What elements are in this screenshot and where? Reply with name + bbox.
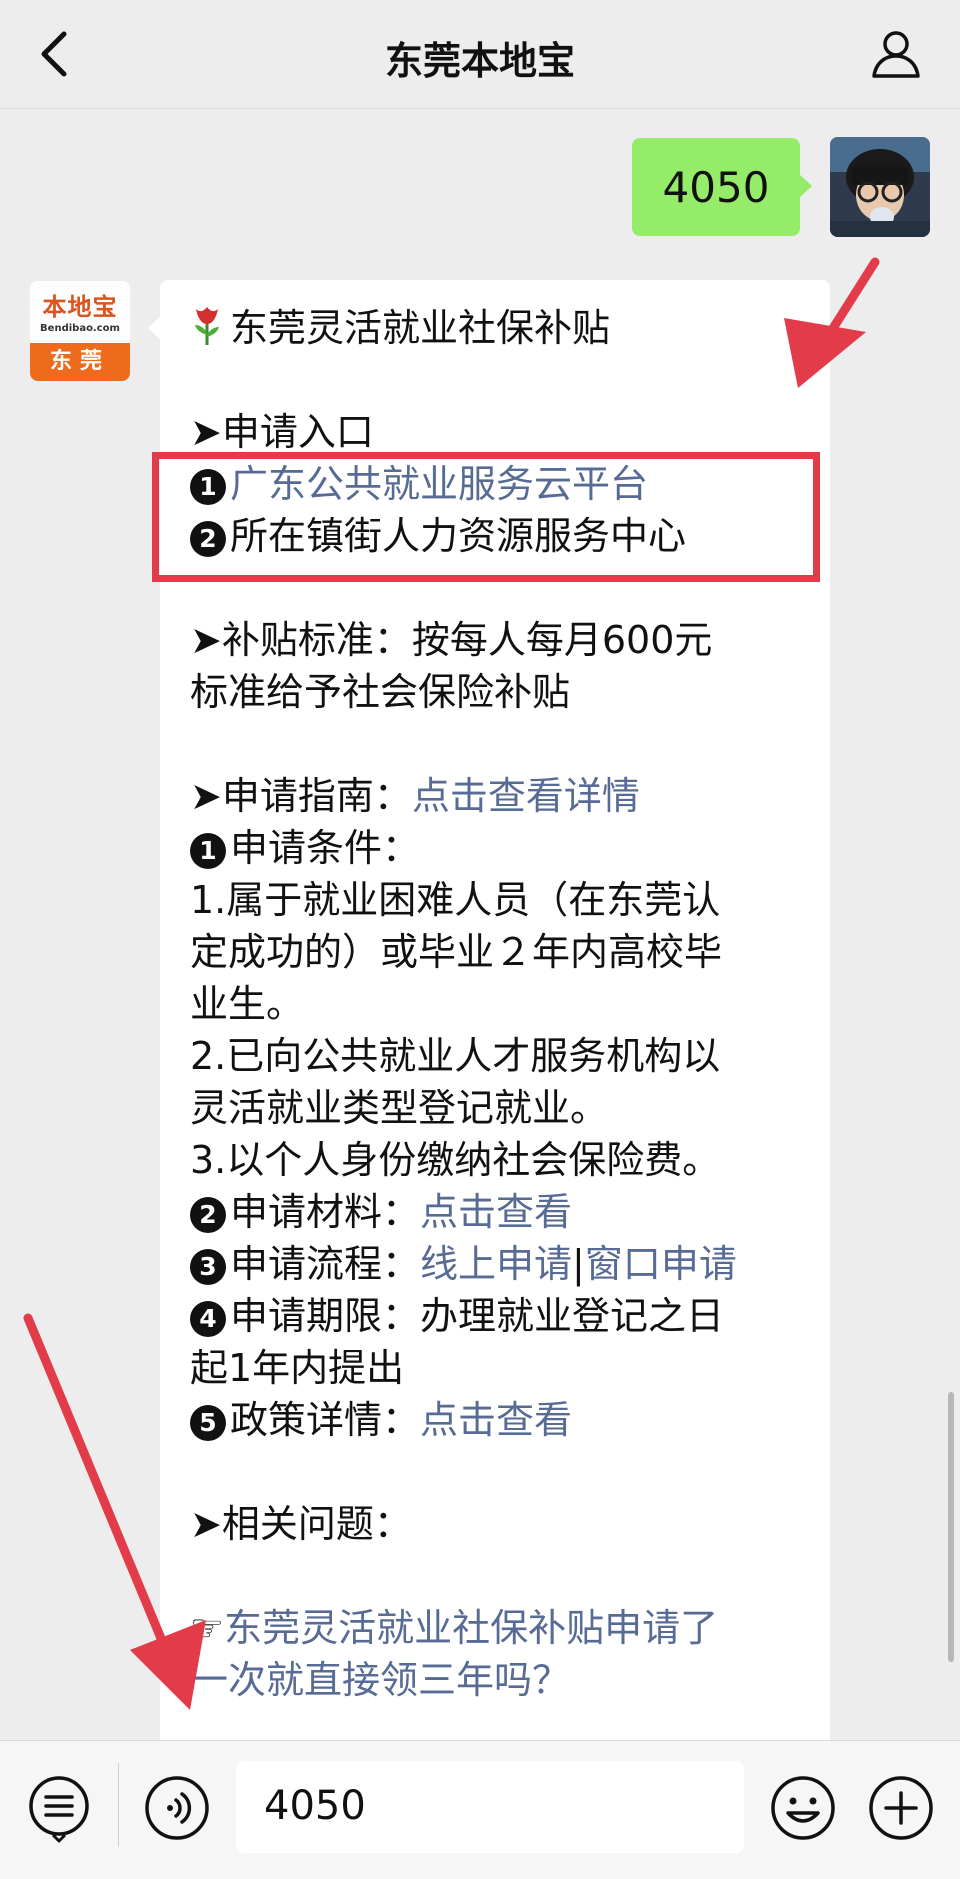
policy-label: 政策详情： <box>230 1398 421 1442</box>
number-badge: 5 <box>190 1405 226 1441</box>
bot-avatar[interactable]: 本地宝 Bendibao.com 东莞 <box>30 281 130 381</box>
term-row: 4 申请期限：办理就业登记之日 <box>190 1290 820 1342</box>
condition-1a: 1.属于就业困难人员（在东莞认 <box>190 878 721 922</box>
emoji-icon[interactable] <box>768 1773 838 1843</box>
scrollbar-thumb[interactable] <box>948 1392 954 1662</box>
profile-icon[interactable] <box>868 26 924 82</box>
standard-line-2: 标准给予社会保险补贴 <box>190 670 571 714</box>
highlight-box <box>152 452 820 582</box>
chat-title: 东莞本地宝 <box>384 39 575 83</box>
composer-divider <box>118 1763 119 1847</box>
message-input-text: 4050 <box>264 1783 366 1829</box>
process-label: 申请流程： <box>230 1242 421 1286</box>
term-line-2: 起1年内提出 <box>190 1346 405 1390</box>
materials-label: 申请材料： <box>230 1190 421 1234</box>
related-question-line-2[interactable]: 一次就直接领三年吗？ <box>190 1654 820 1706</box>
window-apply-link[interactable]: 窗口申请 <box>585 1242 737 1286</box>
flower-icon <box>195 307 219 345</box>
guide-label: ➤申请指南： <box>190 774 412 818</box>
bot-logo: 本地宝 Bendibao.com <box>30 281 130 343</box>
number-badge: 1 <box>190 833 226 869</box>
materials-row: 2 申请材料：点击查看 <box>190 1186 820 1238</box>
policy-row: 5 政策详情：点击查看 <box>190 1394 820 1446</box>
top-bar: 东莞本地宝 <box>0 0 960 109</box>
message-title-row: 东莞灵活就业社保补贴 <box>190 302 820 354</box>
conditions-label: 申请条件： <box>230 826 421 870</box>
outgoing-message-bubble[interactable]: 4050 <box>632 138 812 236</box>
policy-link[interactable]: 点击查看 <box>420 1398 572 1442</box>
condition-1c: 业生。 <box>190 982 305 1026</box>
bubble-tail <box>799 174 812 198</box>
related-heading: ➤相关问题： <box>190 1502 412 1546</box>
number-badge: 4 <box>190 1301 226 1337</box>
outgoing-message-text: 4050 <box>662 162 770 212</box>
menu-icon[interactable] <box>24 1773 94 1843</box>
condition-3: 3.以个人身份缴纳社会保险费。 <box>190 1138 721 1182</box>
process-row: 3 申请流程：线上申请|窗口申请 <box>190 1238 820 1290</box>
materials-link[interactable]: 点击查看 <box>420 1190 572 1234</box>
number-badge: 2 <box>190 1197 226 1233</box>
related-question-link[interactable]: 东莞灵活就业社保补贴申请了 <box>224 1606 718 1650</box>
guide-row: ➤申请指南：点击查看详情 <box>190 770 820 822</box>
guide-link[interactable]: 点击查看详情 <box>412 774 640 818</box>
user-avatar[interactable] <box>830 137 930 237</box>
message-title: 东莞灵活就业社保补贴 <box>230 306 611 350</box>
composer-bar: 4050 <box>0 1740 960 1879</box>
conditions-heading: 1 申请条件： <box>190 822 820 874</box>
term-label: 申请期限：办理就业登记之日 <box>230 1294 725 1338</box>
online-apply-link[interactable]: 线上申请 <box>420 1242 572 1286</box>
related-question-line-1: ☞东莞灵活就业社保补贴申请了 <box>190 1602 820 1654</box>
message-input[interactable]: 4050 <box>236 1761 744 1853</box>
condition-2a: 2.已向公共就业人才服务机构以 <box>190 1034 721 1078</box>
condition-2b: 灵活就业类型登记就业。 <box>190 1086 609 1130</box>
bot-logo-city: 东莞 <box>30 343 130 381</box>
voice-icon[interactable] <box>142 1773 212 1843</box>
standard-line-1: ➤补贴标准：按每人每月600元 <box>190 618 713 662</box>
pointing-hand-icon: ☞ <box>190 1606 225 1650</box>
process-separator: | <box>572 1242 585 1286</box>
entry-heading: ➤申请入口 <box>190 410 374 454</box>
number-badge: 3 <box>190 1249 226 1285</box>
condition-1b: 定成功的）或毕业２年内高校毕 <box>190 930 723 974</box>
user-photo <box>830 137 930 237</box>
plus-icon[interactable] <box>866 1773 936 1843</box>
